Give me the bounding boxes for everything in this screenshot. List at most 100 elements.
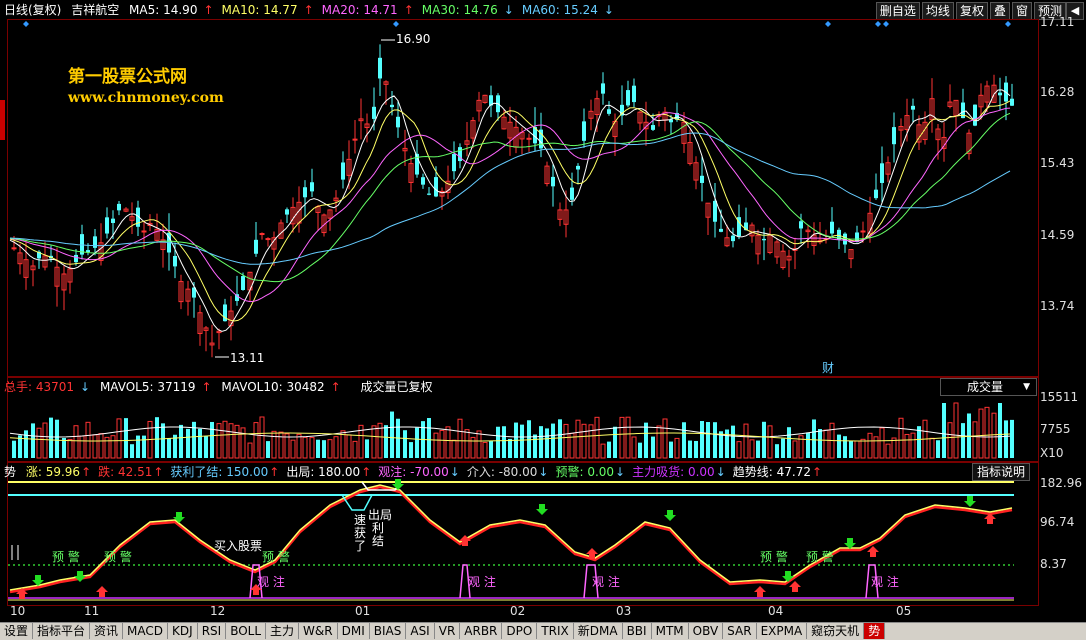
volume-bar [482, 441, 488, 459]
volume-bar [749, 439, 755, 459]
volume-bar [849, 440, 853, 458]
volume-bar [885, 443, 891, 459]
tab-20[interactable]: SAR [723, 623, 757, 639]
marker-diamond-icon [393, 21, 399, 27]
volume-bar [403, 430, 407, 458]
candle-body [860, 230, 866, 233]
candle-body [11, 247, 17, 250]
volume-bar [619, 416, 625, 459]
volume-bar [879, 427, 885, 459]
tab-18[interactable]: MTM [652, 623, 689, 639]
date-label: 04 [768, 604, 784, 618]
indicator-help-button[interactable]: 指标说明 [972, 463, 1030, 481]
tab-4[interactable]: KDJ [168, 623, 198, 639]
volume-total: 总手: 43701 [4, 380, 75, 394]
tab-6[interactable]: BOLL [226, 623, 267, 639]
volume-bar [551, 423, 555, 458]
candle-body [892, 127, 896, 145]
date-label: 10 [10, 604, 26, 618]
indicator-value: 跌: 42.51 [98, 465, 153, 479]
tab-23[interactable]: 势 [864, 623, 886, 639]
tab-1[interactable]: 指标平台 [33, 623, 91, 639]
tab-16[interactable]: 新DMA [574, 623, 623, 639]
volume-bar [843, 436, 847, 458]
tab-13[interactable]: ARBR [460, 623, 503, 639]
volume-bar [79, 435, 85, 459]
volume-bar [669, 441, 673, 458]
volume-bar [204, 436, 208, 458]
volume-bar [508, 438, 512, 458]
tab-5[interactable]: RSI [198, 623, 227, 639]
volume-bar [520, 424, 524, 458]
tab-15[interactable]: TRIX [537, 623, 574, 639]
candle-body [352, 138, 358, 141]
watch-label: 观 注 [592, 575, 620, 589]
volume-indicator-select[interactable]: 成交量 ▼ [940, 378, 1037, 396]
volume-note: 成交量已复权 [360, 380, 433, 394]
volume-tick-label: X10 [1040, 446, 1064, 460]
tab-19[interactable]: OBV [689, 623, 724, 639]
tab-11[interactable]: ASI [406, 623, 435, 639]
volume-bar [818, 429, 822, 458]
volume-bar [638, 442, 642, 458]
tab-0[interactable]: 设置 [0, 623, 34, 639]
candle-body [626, 90, 630, 106]
date-label: 01 [355, 604, 371, 618]
candle-body [341, 162, 345, 180]
volume-bar [762, 421, 766, 458]
tab-21[interactable]: EXPMA [757, 623, 808, 639]
indicator-header: 势 涨: 59.96↑ 跌: 42.51↑ 获利了结: 150.00↑ 出局: 180… [4, 463, 835, 481]
volume-bar [527, 420, 531, 458]
tab-3[interactable]: MACD [123, 623, 169, 639]
tab-22[interactable]: 窥窃天机 [807, 623, 865, 639]
volume-bar [984, 406, 990, 459]
volume-bar [327, 439, 333, 459]
tab-14[interactable]: DPO [502, 623, 538, 639]
tab-2[interactable]: 资讯 [90, 623, 124, 639]
volume-bar [812, 419, 816, 458]
fall-line [9, 485, 1013, 594]
volume-bar [92, 434, 98, 459]
warn-label: 预 警 [806, 550, 834, 564]
arrow-up-icon: ↑ [81, 465, 92, 479]
volume-bar [476, 430, 482, 459]
tab-7[interactable]: 主力 [266, 623, 300, 639]
date-label: 12 [210, 604, 226, 618]
finance-marker[interactable]: 财 [822, 359, 834, 376]
volume-bar [942, 403, 946, 458]
indicator-tick-label: 182.96 [1040, 476, 1082, 490]
volume-bar [216, 423, 222, 459]
candle-body [570, 187, 574, 200]
volume-bar [73, 425, 79, 459]
volume-bar [278, 431, 284, 459]
volume-bar [706, 422, 710, 458]
volume-bar [594, 416, 600, 459]
volume-bar [322, 440, 326, 458]
date-label: 02 [510, 604, 526, 618]
tab-9[interactable]: DMI [338, 623, 370, 639]
volume-bar [433, 432, 439, 459]
volume-bar [290, 439, 296, 459]
volume-bar [240, 427, 246, 459]
volume-bar [823, 429, 829, 459]
rise-line [9, 484, 1013, 591]
indicator-value: 介入: -80.00 [466, 465, 538, 479]
quick-profit-label: 速获了 [354, 513, 367, 553]
volume-bar [910, 432, 916, 459]
volume-bar [575, 419, 581, 459]
tab-8[interactable]: W&R [299, 623, 338, 639]
tab-17[interactable]: BBI [623, 623, 652, 639]
candle-body [396, 116, 400, 128]
volume-bar [451, 439, 457, 459]
volume-header: 总手: 43701 ↓ MAVOL5: 37119 ↑ MAVOL10: 30482… [4, 380, 433, 394]
tab-12[interactable]: VR [435, 623, 461, 639]
volume-bar [24, 430, 28, 458]
volume-bar [588, 424, 594, 459]
volume-bar [898, 417, 904, 459]
candle-body [582, 121, 586, 141]
candle-body [576, 165, 580, 170]
sell-signal-arrow-icon [754, 586, 766, 597]
tab-10[interactable]: BIAS [370, 623, 407, 639]
volume-bar [489, 440, 493, 458]
indicator-value: 出局: 180.00 [286, 465, 361, 479]
